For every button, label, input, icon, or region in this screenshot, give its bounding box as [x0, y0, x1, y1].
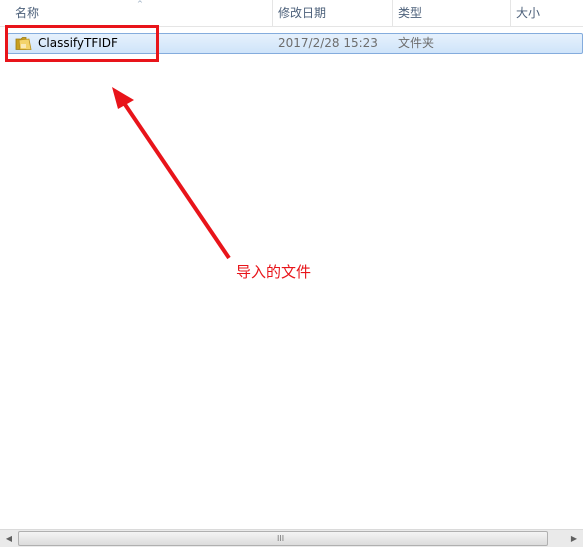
grip-icon: III	[277, 534, 285, 543]
scroll-left-icon[interactable]: ◀	[1, 531, 17, 546]
scroll-right-icon[interactable]: ▶	[566, 531, 582, 546]
horizontal-scrollbar[interactable]: ◀ III ▶	[0, 529, 583, 547]
scroll-thumb[interactable]: III	[18, 531, 548, 546]
annotation-label: 导入的文件	[236, 263, 312, 281]
